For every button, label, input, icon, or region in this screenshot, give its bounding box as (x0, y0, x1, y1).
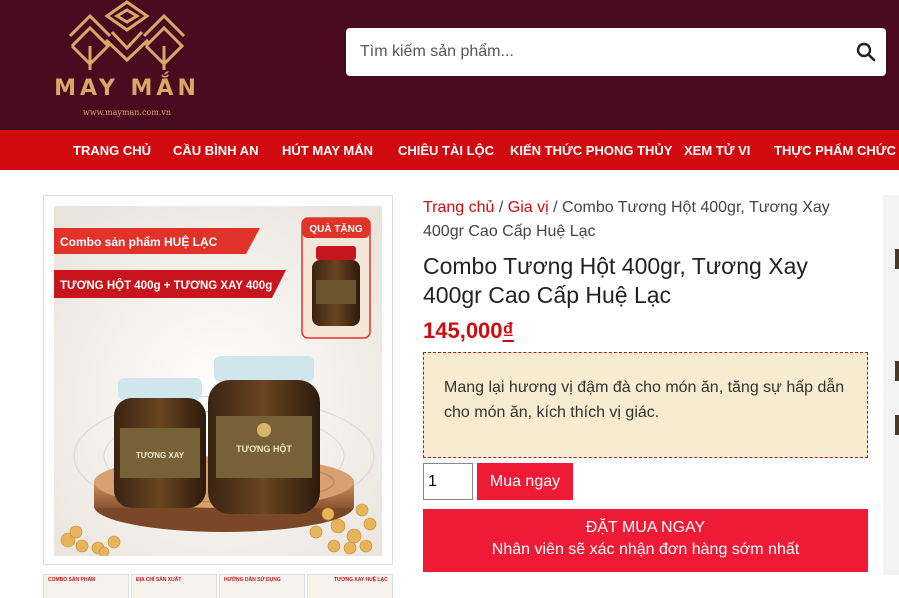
buy-now-button[interactable]: Mua ngay (477, 463, 573, 500)
search-input[interactable] (346, 28, 846, 76)
search-button[interactable] (852, 38, 880, 66)
breadcrumb-separator: / (494, 199, 508, 216)
search-icon (856, 42, 876, 62)
brand-url: www.mayman.com.vn (82, 108, 172, 117)
banner-title: Combo sản phẩm HUỆ LẠC (60, 234, 218, 249)
price-amount: 145,000 (423, 318, 503, 343)
order-now-button[interactable]: ĐẶT MUA NGAY Nhân viên sẽ xác nhận đơn h… (423, 509, 868, 572)
jar-left-label: TƯƠNG XAY (136, 451, 185, 460)
sidebar-edge (883, 195, 899, 575)
main-nav: TRANG CHỦ CẦU BÌNH AN HÚT MAY MẮN CHIÊU … (0, 130, 899, 170)
jar-right-label: TƯƠNG HỘT (236, 443, 292, 454)
order-now-title: ĐẶT MUA NGAY (585, 519, 706, 536)
thumbnail-2[interactable]: ĐỊA CHỈ SẢN XUẤT (131, 574, 217, 598)
site-header: MAY MẮN www.mayman.com.vn (0, 0, 899, 130)
thumbnail-3[interactable]: HƯỚNG DẪN SỬ DỤNG (219, 574, 305, 598)
breadcrumb-home-link[interactable]: Trang chủ (423, 199, 494, 216)
logo-emblem-icon (68, 0, 186, 70)
thumbnail-caption: TƯƠNG XAY HUỆ LẠC (334, 577, 388, 583)
quantity-input[interactable] (423, 463, 473, 500)
breadcrumb: Trang chủ / Gia vị / Combo Tương Hột 400… (423, 196, 873, 244)
nav-item-cau-binh-an[interactable]: CẦU BÌNH AN (173, 130, 258, 170)
brand-name: MAY MẮN (54, 76, 200, 101)
product-title: Combo Tương Hột 400gr, Tương Xay 400gr C… (423, 253, 808, 308)
gift-label: QUÀ TẶNG (309, 222, 363, 235)
breadcrumb-separator: / (548, 199, 563, 216)
thumbnail-4[interactable]: TƯƠNG XAY HUỆ LẠC (307, 574, 393, 598)
nav-item-xem-tu-vi[interactable]: XEM TỬ VI (684, 130, 750, 170)
product-image[interactable]: Combo sản phẩm HUỆ LẠC TƯƠNG HỘT 400g + … (54, 206, 382, 556)
nav-item-thuc-pham-chuc-nang[interactable]: THỰC PHẨM CHỨC NĂNG (774, 130, 899, 170)
product-price: 145,000₫ (423, 318, 514, 344)
thumbnail-caption: HƯỚNG DẪN SỬ DỤNG (224, 577, 281, 583)
description-text: Mang lại hương vị đậm đà cho món ăn, tăn… (444, 379, 845, 421)
currency-symbol: ₫ (502, 318, 514, 343)
banner-products: TƯƠNG HỘT 400g + TƯƠNG XAY 400g (60, 279, 272, 292)
breadcrumb-category-link[interactable]: Gia vị (508, 199, 549, 216)
product-photo: Combo sản phẩm HUỆ LẠC TƯƠNG HỘT 400g + … (54, 206, 382, 556)
nav-item-chieu-tai-loc[interactable]: CHIÊU TÀI LỘC (398, 130, 494, 170)
sidebar-mark (895, 249, 899, 269)
thumbnail-caption: ĐỊA CHỈ SẢN XUẤT (136, 577, 182, 583)
nav-item-kien-thuc-phong-thuy[interactable]: KIẾN THỨC PHONG THỦY (510, 130, 672, 170)
nav-item-home[interactable]: TRANG CHỦ (73, 130, 151, 170)
sidebar-mark (895, 415, 899, 435)
sidebar-mark (895, 361, 899, 381)
thumbnail-1[interactable]: COMBO SẢN PHẨM (43, 574, 129, 598)
thumbnail-caption: COMBO SẢN PHẨM (48, 577, 96, 583)
order-now-subtitle: Nhân viên sẽ xác nhận đơn hàng sớm nhất (491, 541, 800, 558)
product-gallery: Combo sản phẩm HUỆ LẠC TƯƠNG HỘT 400g + … (43, 195, 393, 565)
thumbnail-strip: COMBO SẢN PHẨM ĐỊA CHỈ SẢN XUẤT HƯỚNG DẪ… (43, 574, 393, 598)
nav-item-hut-may-man[interactable]: HÚT MAY MẮN (282, 130, 373, 170)
product-short-description: Mang lại hương vị đậm đà cho món ăn, tăn… (423, 352, 868, 458)
search-bar (346, 28, 886, 76)
brand-logo[interactable]: MAY MẮN www.mayman.com.vn (52, 0, 202, 126)
